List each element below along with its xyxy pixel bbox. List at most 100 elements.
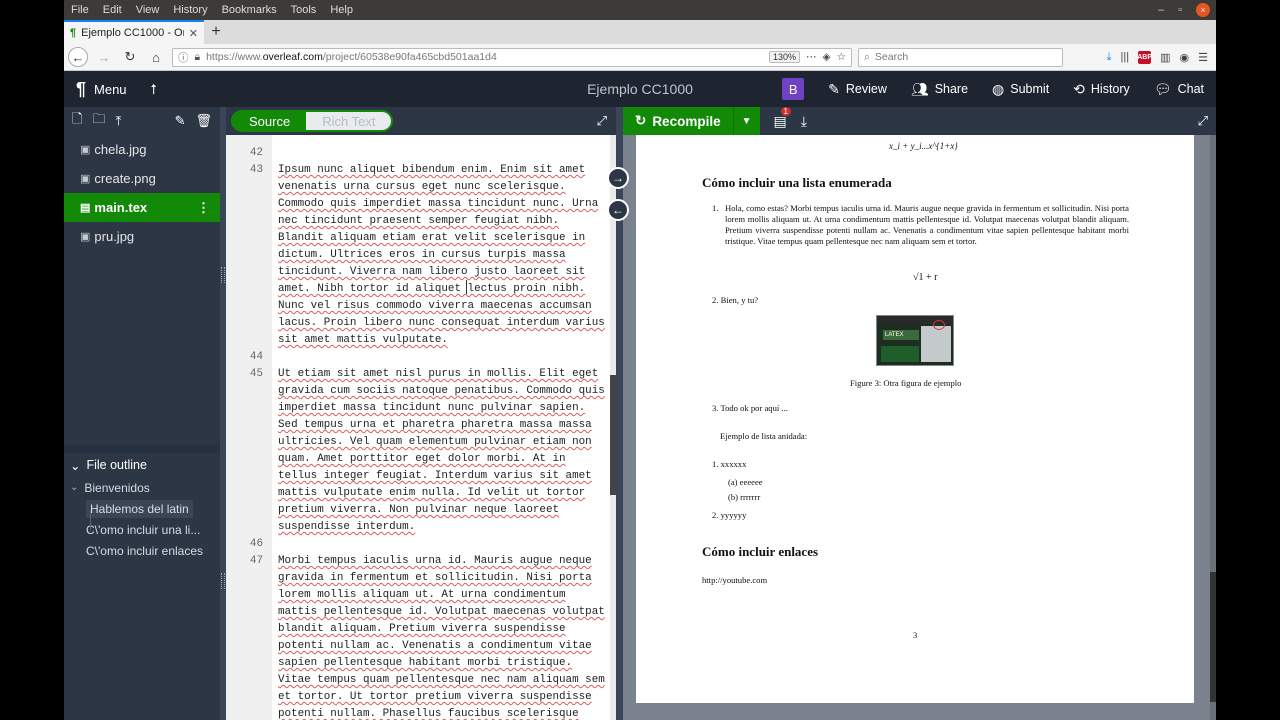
code-text[interactable]: imperdiet massa tincidunt nunc pulvinar … — [278, 400, 585, 417]
menu-history[interactable]: History — [166, 4, 214, 16]
code-text[interactable]: ultricies. Vel quam elementum pulvinar e… — [278, 434, 592, 451]
code-line[interactable]: suspendisse interdum. — [226, 519, 610, 536]
sync-to-code-icon[interactable]: ← — [607, 199, 629, 221]
code-area[interactable]: 42 43 Ipsum nunc aliquet bibendum enim. En… — [226, 135, 610, 720]
forward-arrow-icon[interactable]: → — [94, 47, 114, 67]
code-line[interactable]: tellus integer feugiat. Interdum varius … — [226, 468, 610, 485]
chat-button[interactable]: 💬︎ Chat — [1142, 71, 1216, 107]
outline-item-bienvenidos[interactable]: ⌄ Bienvenidos — [64, 477, 220, 498]
library-icon[interactable]: ||| — [1121, 51, 1130, 63]
code-text[interactable]: Blandit aliquam etiam erat velit sceleri… — [278, 230, 585, 247]
search-field[interactable]: ⌕ Search — [858, 47, 1063, 67]
reload-icon[interactable]: ↻ — [120, 47, 140, 67]
review-button[interactable]: ✎ Review — [816, 71, 899, 107]
code-text[interactable]: Ut etiam sit amet nisl purus in mollis. … — [278, 366, 598, 383]
code-text[interactable]: gravida cum sociis natoque penatibus. Co… — [278, 383, 605, 400]
code-text[interactable]: lorem mollis aliquam ut. At urna condime… — [278, 587, 566, 604]
page-actions-icon[interactable]: ⋯ — [806, 51, 817, 63]
pdf-page[interactable]: x_i + y_i...x^{1+x} Cómo incluir una lis… — [636, 135, 1194, 703]
hamburger-menu-icon[interactable]: ☰ — [1198, 51, 1208, 64]
code-text[interactable]: potenti nullam. Phasellus faucibus scele… — [278, 706, 579, 720]
file-item-pru[interactable]: ▣ pru.jpg — [64, 222, 220, 251]
code-line[interactable]: Blandit aliquam etiam erat velit sceleri… — [226, 230, 610, 247]
minimize-icon[interactable]: – — [1158, 4, 1164, 16]
download-pdf-icon[interactable]: ⤓ — [801, 113, 807, 130]
file-item-create[interactable]: ▣ create.png — [64, 164, 220, 193]
code-text[interactable]: mattis pellentesque id. Volutpat maecena… — [278, 604, 605, 621]
home-icon[interactable]: ⌂ — [146, 47, 166, 67]
code-line[interactable]: nec tincidunt praesent semper feugiat ni… — [226, 213, 610, 230]
recompile-options-caret-icon[interactable]: ▼ — [732, 107, 760, 135]
expand-icon[interactable]: ⤢ — [1198, 113, 1216, 129]
code-text[interactable]: tincidunt. Viverra nam libero justo laor… — [278, 264, 585, 281]
close-window-icon[interactable]: × — [1196, 3, 1210, 17]
new-tab-icon[interactable]: + — [204, 20, 228, 44]
code-text[interactable]: Sed tempus urna et pharetra pharetra mas… — [278, 417, 592, 434]
browser-tab[interactable]: ¶ Ejemplo CC1000 - Online ✕ — [64, 20, 204, 44]
code-line[interactable]: sapien pellentesque habitant morbi trist… — [226, 655, 610, 672]
code-text[interactable]: pretium viverra. Non pulvinar neque laor… — [278, 502, 559, 519]
kebab-menu-icon[interactable]: ⋮ — [197, 200, 210, 216]
code-text[interactable]: sit amet mattis vulputate. — [278, 332, 448, 349]
zoom-level[interactable]: 130% — [768, 51, 800, 63]
menu-edit[interactable]: Edit — [96, 4, 129, 16]
code-line[interactable]: mattis pellentesque id. Volutpat maecena… — [226, 604, 610, 621]
code-line[interactable]: 46 — [226, 536, 610, 553]
code-line[interactable]: Commodo quis imperdiet massa tincidunt n… — [226, 196, 610, 213]
code-line[interactable]: lacus. Proin libero nunc consequat inter… — [226, 315, 610, 332]
restore-icon[interactable]: ▫ — [1178, 4, 1182, 16]
logs-icon[interactable]: ▤ 1 — [774, 106, 791, 130]
code-line[interactable]: 42 — [226, 145, 610, 162]
code-line[interactable]: blandit aliquam. Pretium viverra suspend… — [226, 621, 610, 638]
site-info-icon[interactable]: ⓘ — [178, 50, 189, 65]
sync-to-pdf-icon[interactable]: → — [607, 167, 629, 189]
code-text[interactable]: lacus. Proin libero nunc consequat inter… — [278, 315, 605, 332]
code-line[interactable]: Nunc vel risus commodo viverra maecenas … — [226, 298, 610, 315]
code-line[interactable]: gravida in fermentum et sollicitudin. Ni… — [226, 570, 610, 587]
code-line[interactable]: mattis vulputate enim nulla. Id velit ut… — [226, 485, 610, 502]
code-text[interactable]: gravida in fermentum et sollicitudin. Ni… — [278, 570, 592, 587]
code-line[interactable]: Vitae tempus quam pellentesque nec nam a… — [226, 672, 610, 689]
code-line[interactable]: venenatis urna cursus eget nunc sceleris… — [226, 179, 610, 196]
url-bar[interactable]: ⓘ 🔒︎ https://www.overleaf.com/project/60… — [172, 47, 852, 67]
scrollbar-thumb[interactable] — [1210, 572, 1216, 702]
code-text[interactable]: Vitae tempus quam pellentesque nec nam a… — [278, 672, 605, 689]
menu-tools[interactable]: Tools — [284, 4, 324, 16]
delete-trash-icon[interactable]: 🗑︎ — [195, 113, 212, 129]
tab-close-icon[interactable]: ✕ — [189, 27, 198, 40]
menu-help[interactable]: Help — [323, 4, 360, 16]
editor-body[interactable]: 42 43 Ipsum nunc aliquet bibendum enim. En… — [226, 135, 616, 720]
rich-text-mode-button[interactable]: Rich Text — [306, 112, 392, 130]
menu-button[interactable]: ¶ Menu — [64, 79, 139, 100]
code-line[interactable]: quam. Amet porttitor eget dolor morbi. A… — [226, 451, 610, 468]
code-line[interactable]: potenti nullam. Phasellus faucibus scele… — [226, 706, 610, 720]
code-line[interactable]: pretium viverra. Non pulvinar neque laor… — [226, 502, 610, 519]
back-to-projects-icon[interactable]: ⭡ — [139, 81, 170, 98]
back-arrow-icon[interactable]: ← — [68, 47, 88, 67]
recompile-button[interactable]: ↻ Recompile ▼ — [623, 107, 760, 135]
code-line[interactable]: gravida cum sociis natoque penatibus. Co… — [226, 383, 610, 400]
rename-pencil-icon[interactable]: ✎ — [175, 113, 186, 129]
code-line[interactable]: imperdiet massa tincidunt nunc pulvinar … — [226, 400, 610, 417]
avatar[interactable]: B — [782, 78, 805, 100]
code-line[interactable]: Sed tempus urna et pharetra pharetra mas… — [226, 417, 610, 434]
code-text[interactable]: Nunc vel risus commodo viverra maecenas … — [278, 298, 592, 315]
outline-item-hablemos[interactable]: Hablemos del latin — [64, 498, 220, 519]
pdf-scrollbar[interactable] — [1210, 135, 1216, 720]
code-line[interactable]: 43 Ipsum nunc aliquet bibendum enim. Enim… — [226, 162, 610, 179]
code-text[interactable]: tellus integer feugiat. Interdum varius … — [278, 468, 592, 485]
outline-item-enlaces[interactable]: C\'omo incluir enlaces — [64, 540, 220, 561]
code-text[interactable]: nec tincidunt praesent semper feugiat ni… — [278, 213, 559, 230]
code-line[interactable]: et tortor. Ut tortor pretium viverra sus… — [226, 689, 610, 706]
code-line[interactable]: dictum. Ultrices eros in cursus turpis m… — [226, 247, 610, 264]
code-text[interactable]: mattis vulputate enim nulla. Id velit ut… — [278, 485, 585, 502]
new-file-icon[interactable]: 🗋︎ — [72, 110, 82, 132]
code-line[interactable]: amet. Nibh tortor id aliquet lectus proi… — [226, 281, 610, 298]
code-line[interactable]: 44 — [226, 349, 610, 366]
code-text[interactable]: quam. Amet porttitor eget dolor morbi. A… — [278, 451, 566, 468]
hyperlink[interactable]: http://youtube.com — [702, 575, 767, 585]
code-line[interactable]: potenti nullam ac. Venenatis a condiment… — [226, 638, 610, 655]
adblock-icon[interactable]: ABP — [1137, 50, 1152, 64]
upload-icon[interactable]: ⤒ — [115, 113, 121, 129]
code-line[interactable]: tincidunt. Viverra nam libero justo laor… — [226, 264, 610, 281]
